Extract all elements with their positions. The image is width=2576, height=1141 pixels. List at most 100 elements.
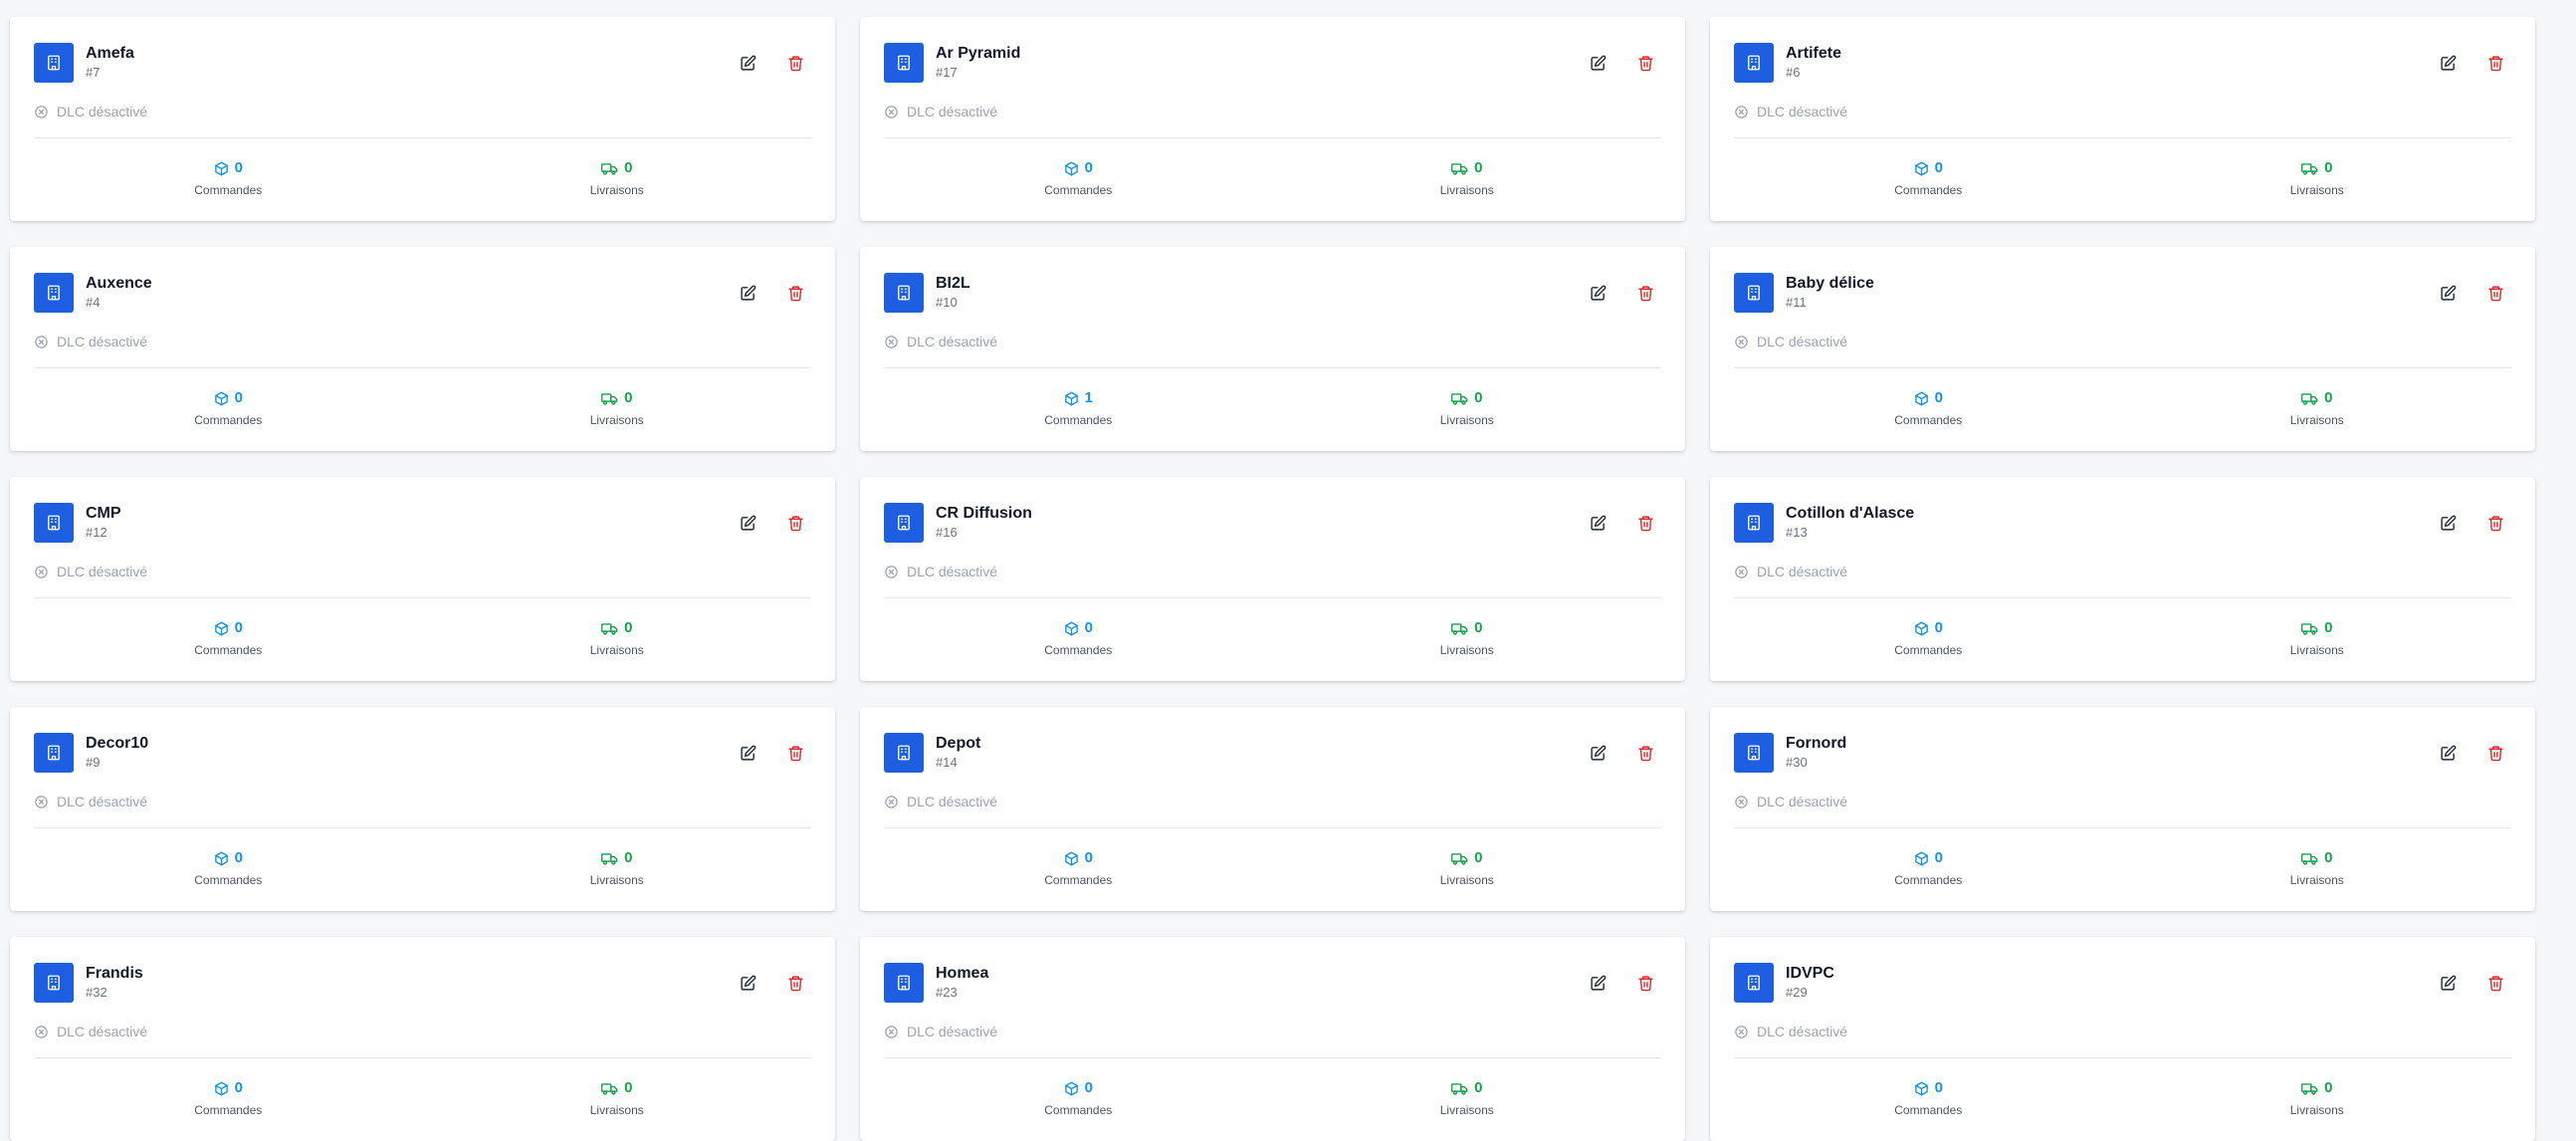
- edit-button[interactable]: [1583, 48, 1612, 78]
- truck-icon: [2301, 391, 2318, 406]
- edit-button[interactable]: [2433, 968, 2463, 998]
- client-name: Depot: [936, 735, 981, 752]
- delete-button[interactable]: [2480, 738, 2510, 768]
- dlc-status: DLC désactivé: [34, 104, 147, 119]
- truck-icon: [1451, 621, 1468, 636]
- edit-button[interactable]: [733, 48, 762, 78]
- card-actions: [1583, 48, 1660, 78]
- edit-button[interactable]: [1583, 278, 1612, 308]
- truck-icon: [2301, 161, 2318, 176]
- delete-button[interactable]: [1630, 508, 1660, 538]
- orders-count: 0: [234, 849, 243, 866]
- delete-button[interactable]: [2480, 968, 2510, 998]
- delete-button[interactable]: [1630, 48, 1660, 78]
- trash-icon: [787, 285, 803, 301]
- orders-stat: 0 Commandes: [884, 848, 1273, 887]
- edit-button[interactable]: [2433, 278, 2463, 308]
- edit-button[interactable]: [1583, 968, 1612, 998]
- delete-button[interactable]: [2480, 508, 2510, 538]
- card-actions: [733, 48, 810, 78]
- delete-button[interactable]: [780, 738, 810, 768]
- edit-button[interactable]: [733, 508, 762, 538]
- delete-button[interactable]: [780, 508, 810, 538]
- orders-label: Commandes: [1894, 643, 1963, 657]
- card-stats: 0 Commandes 0 Livraisons: [34, 158, 811, 197]
- delete-button[interactable]: [780, 48, 810, 78]
- deliveries-stat: 0 Livraisons: [2123, 848, 2512, 887]
- deliveries-count: 0: [1474, 159, 1483, 176]
- dlc-label: DLC désactivé: [57, 1024, 148, 1039]
- dlc-status: DLC désactivé: [34, 334, 147, 349]
- dlc-label: DLC désactivé: [907, 564, 998, 579]
- card-header: Fornord #30: [1734, 733, 2511, 773]
- orders-label: Commandes: [1044, 643, 1113, 657]
- divider: [884, 137, 1661, 138]
- circle-x-icon: [884, 105, 899, 119]
- deliveries-stat: 0 Livraisons: [2123, 1078, 2512, 1117]
- divider: [1734, 1057, 2511, 1058]
- trash-icon: [2487, 285, 2503, 301]
- box-icon: [214, 1081, 229, 1096]
- orders-label: Commandes: [1894, 183, 1963, 197]
- divider: [884, 1057, 1661, 1058]
- deliveries-count: 0: [2324, 849, 2333, 866]
- deliveries-label: Livraisons: [589, 183, 644, 197]
- edit-icon: [2440, 515, 2456, 531]
- box-icon: [1914, 851, 1929, 866]
- delete-button[interactable]: [2480, 48, 2510, 78]
- client-name: Baby délice: [1786, 275, 1874, 292]
- dlc-status: DLC désactivé: [884, 1024, 997, 1039]
- delete-button[interactable]: [2480, 278, 2510, 308]
- orders-count: 0: [234, 1079, 243, 1096]
- deliveries-stat: 0 Livraisons: [423, 388, 812, 427]
- truck-icon: [1451, 161, 1468, 176]
- orders-count: 0: [1084, 619, 1093, 636]
- orders-label: Commandes: [194, 1103, 263, 1117]
- edit-button[interactable]: [2433, 48, 2463, 78]
- delete-button[interactable]: [1630, 738, 1660, 768]
- deliveries-label: Livraisons: [2289, 873, 2344, 887]
- client-title: Baby délice #11: [1786, 274, 1874, 312]
- divider: [34, 597, 811, 598]
- edit-button[interactable]: [1583, 508, 1612, 538]
- edit-button[interactable]: [1583, 738, 1612, 768]
- card-actions: [2433, 738, 2510, 768]
- orders-label: Commandes: [1894, 873, 1963, 887]
- client-name: Ar Pyramid: [936, 45, 1021, 62]
- client-card: Decor10 #9 DLC désactivé 0 Commandes 0 L…: [10, 707, 835, 911]
- trash-icon: [1637, 285, 1653, 301]
- delete-button[interactable]: [1630, 968, 1660, 998]
- client-id: #9: [86, 755, 101, 770]
- deliveries-label: Livraisons: [2289, 413, 2344, 427]
- deliveries-count: 0: [624, 619, 633, 636]
- deliveries-count: 0: [1474, 849, 1483, 866]
- box-icon: [1064, 161, 1079, 176]
- card-stats: 0 Commandes 0 Livraisons: [34, 1078, 811, 1117]
- client-card: Fornord #30 DLC désactivé 0 Commandes 0 …: [1710, 707, 2535, 911]
- card-actions: [1583, 278, 1660, 308]
- delete-button[interactable]: [780, 968, 810, 998]
- orders-stat: 0 Commandes: [884, 1078, 1273, 1117]
- orders-label: Commandes: [1894, 1103, 1963, 1117]
- box-icon: [1914, 1081, 1929, 1096]
- edit-button[interactable]: [733, 278, 762, 308]
- truck-icon: [601, 1081, 618, 1096]
- box-icon: [214, 391, 229, 406]
- delete-button[interactable]: [1630, 278, 1660, 308]
- edit-icon: [1590, 515, 1606, 531]
- orders-label: Commandes: [1044, 183, 1113, 197]
- circle-x-icon: [1734, 335, 1749, 349]
- card-header: Frandis #32: [34, 963, 811, 1003]
- orders-stat: 0 Commandes: [34, 1078, 423, 1117]
- truck-icon: [601, 621, 618, 636]
- circle-x-icon: [34, 565, 49, 579]
- card-header: Cotillon d'Alasce #13: [1734, 503, 2511, 543]
- edit-button[interactable]: [2433, 508, 2463, 538]
- delete-button[interactable]: [780, 278, 810, 308]
- trash-icon: [787, 745, 803, 761]
- client-name: Fornord: [1786, 735, 1847, 752]
- edit-button[interactable]: [2433, 738, 2463, 768]
- card-header: Decor10 #9: [34, 733, 811, 773]
- edit-button[interactable]: [733, 968, 762, 998]
- edit-button[interactable]: [733, 738, 762, 768]
